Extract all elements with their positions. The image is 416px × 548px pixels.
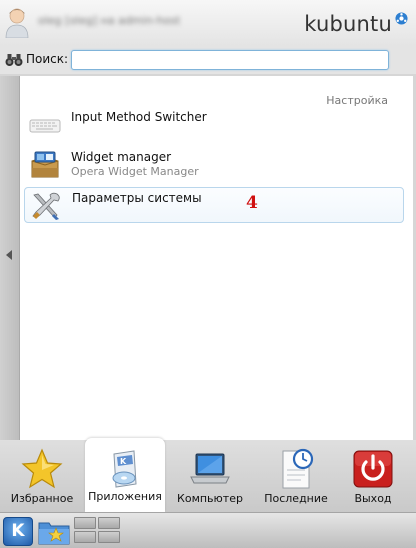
power-icon — [353, 450, 393, 488]
tab-label: Последние — [264, 492, 328, 505]
recent-clock-icon — [282, 448, 314, 489]
tab-label: Компьютер — [177, 492, 243, 505]
binoculars-icon — [5, 54, 23, 66]
panel-taskbar: K — [0, 512, 416, 548]
launcher-header: oleg [oleg] на admin-host kubuntu — [0, 0, 416, 46]
pager-desktop[interactable] — [74, 517, 96, 529]
tab-logout[interactable]: Выход — [333, 440, 413, 512]
tab-label: Избранное — [10, 492, 74, 505]
list-item-system-settings[interactable]: Параметры системы — [24, 187, 404, 223]
search-label: Поиск: — [26, 52, 69, 66]
star-icon — [21, 448, 63, 489]
kubuntu-brand: kubuntu — [304, 12, 392, 36]
user-avatar-icon — [5, 8, 29, 38]
tab-applications[interactable]: K Приложения — [85, 438, 165, 512]
category-tabbar: Избранное K Приложения Компьютер Последн… — [0, 438, 416, 512]
item-title: Input Method Switcher — [71, 110, 207, 124]
widget-box-icon — [31, 151, 59, 178]
virtual-desktop-pager[interactable] — [74, 517, 122, 545]
tab-label: Приложения — [88, 490, 162, 503]
back-strip[interactable] — [0, 76, 20, 440]
pager-desktop[interactable] — [74, 531, 96, 543]
kde-menu-icon: K — [11, 521, 25, 541]
kubuntu-logo-icon — [395, 12, 408, 25]
keyboard-icon — [29, 119, 61, 133]
tab-favorites[interactable]: Избранное — [2, 440, 82, 512]
laptop-icon — [190, 453, 230, 484]
list-item-widget-manager[interactable]: Widget manager Opera Widget Manager — [24, 147, 404, 183]
applications-icon: K — [112, 450, 137, 488]
pager-desktop[interactable] — [98, 517, 120, 529]
user-name: oleg [oleg] на admin-host — [38, 14, 181, 27]
search-row: Поиск: — [0, 46, 416, 74]
item-subtitle: Opera Widget Manager — [71, 165, 199, 178]
tab-label: Выход — [354, 492, 392, 505]
tools-icon — [32, 192, 60, 220]
pager-desktop[interactable] — [98, 531, 120, 543]
item-title: Widget manager — [71, 150, 172, 164]
kde-menu-button[interactable]: K — [3, 517, 33, 546]
item-title: Параметры системы — [72, 191, 202, 205]
list-item-input-method-switcher[interactable]: Input Method Switcher — [24, 107, 404, 143]
folder-star-icon[interactable] — [38, 517, 70, 546]
search-input[interactable] — [71, 50, 389, 70]
arrow-left-icon — [6, 250, 12, 260]
svg-text:K: K — [120, 457, 127, 466]
section-header: Настройка — [326, 94, 388, 107]
tab-computer[interactable]: Компьютер — [170, 440, 250, 512]
annotation-number: 4 — [246, 193, 258, 213]
tab-recent[interactable]: Последние — [256, 440, 336, 512]
results-panel: Настройка Input Method Switcher Widget m… — [20, 76, 413, 440]
